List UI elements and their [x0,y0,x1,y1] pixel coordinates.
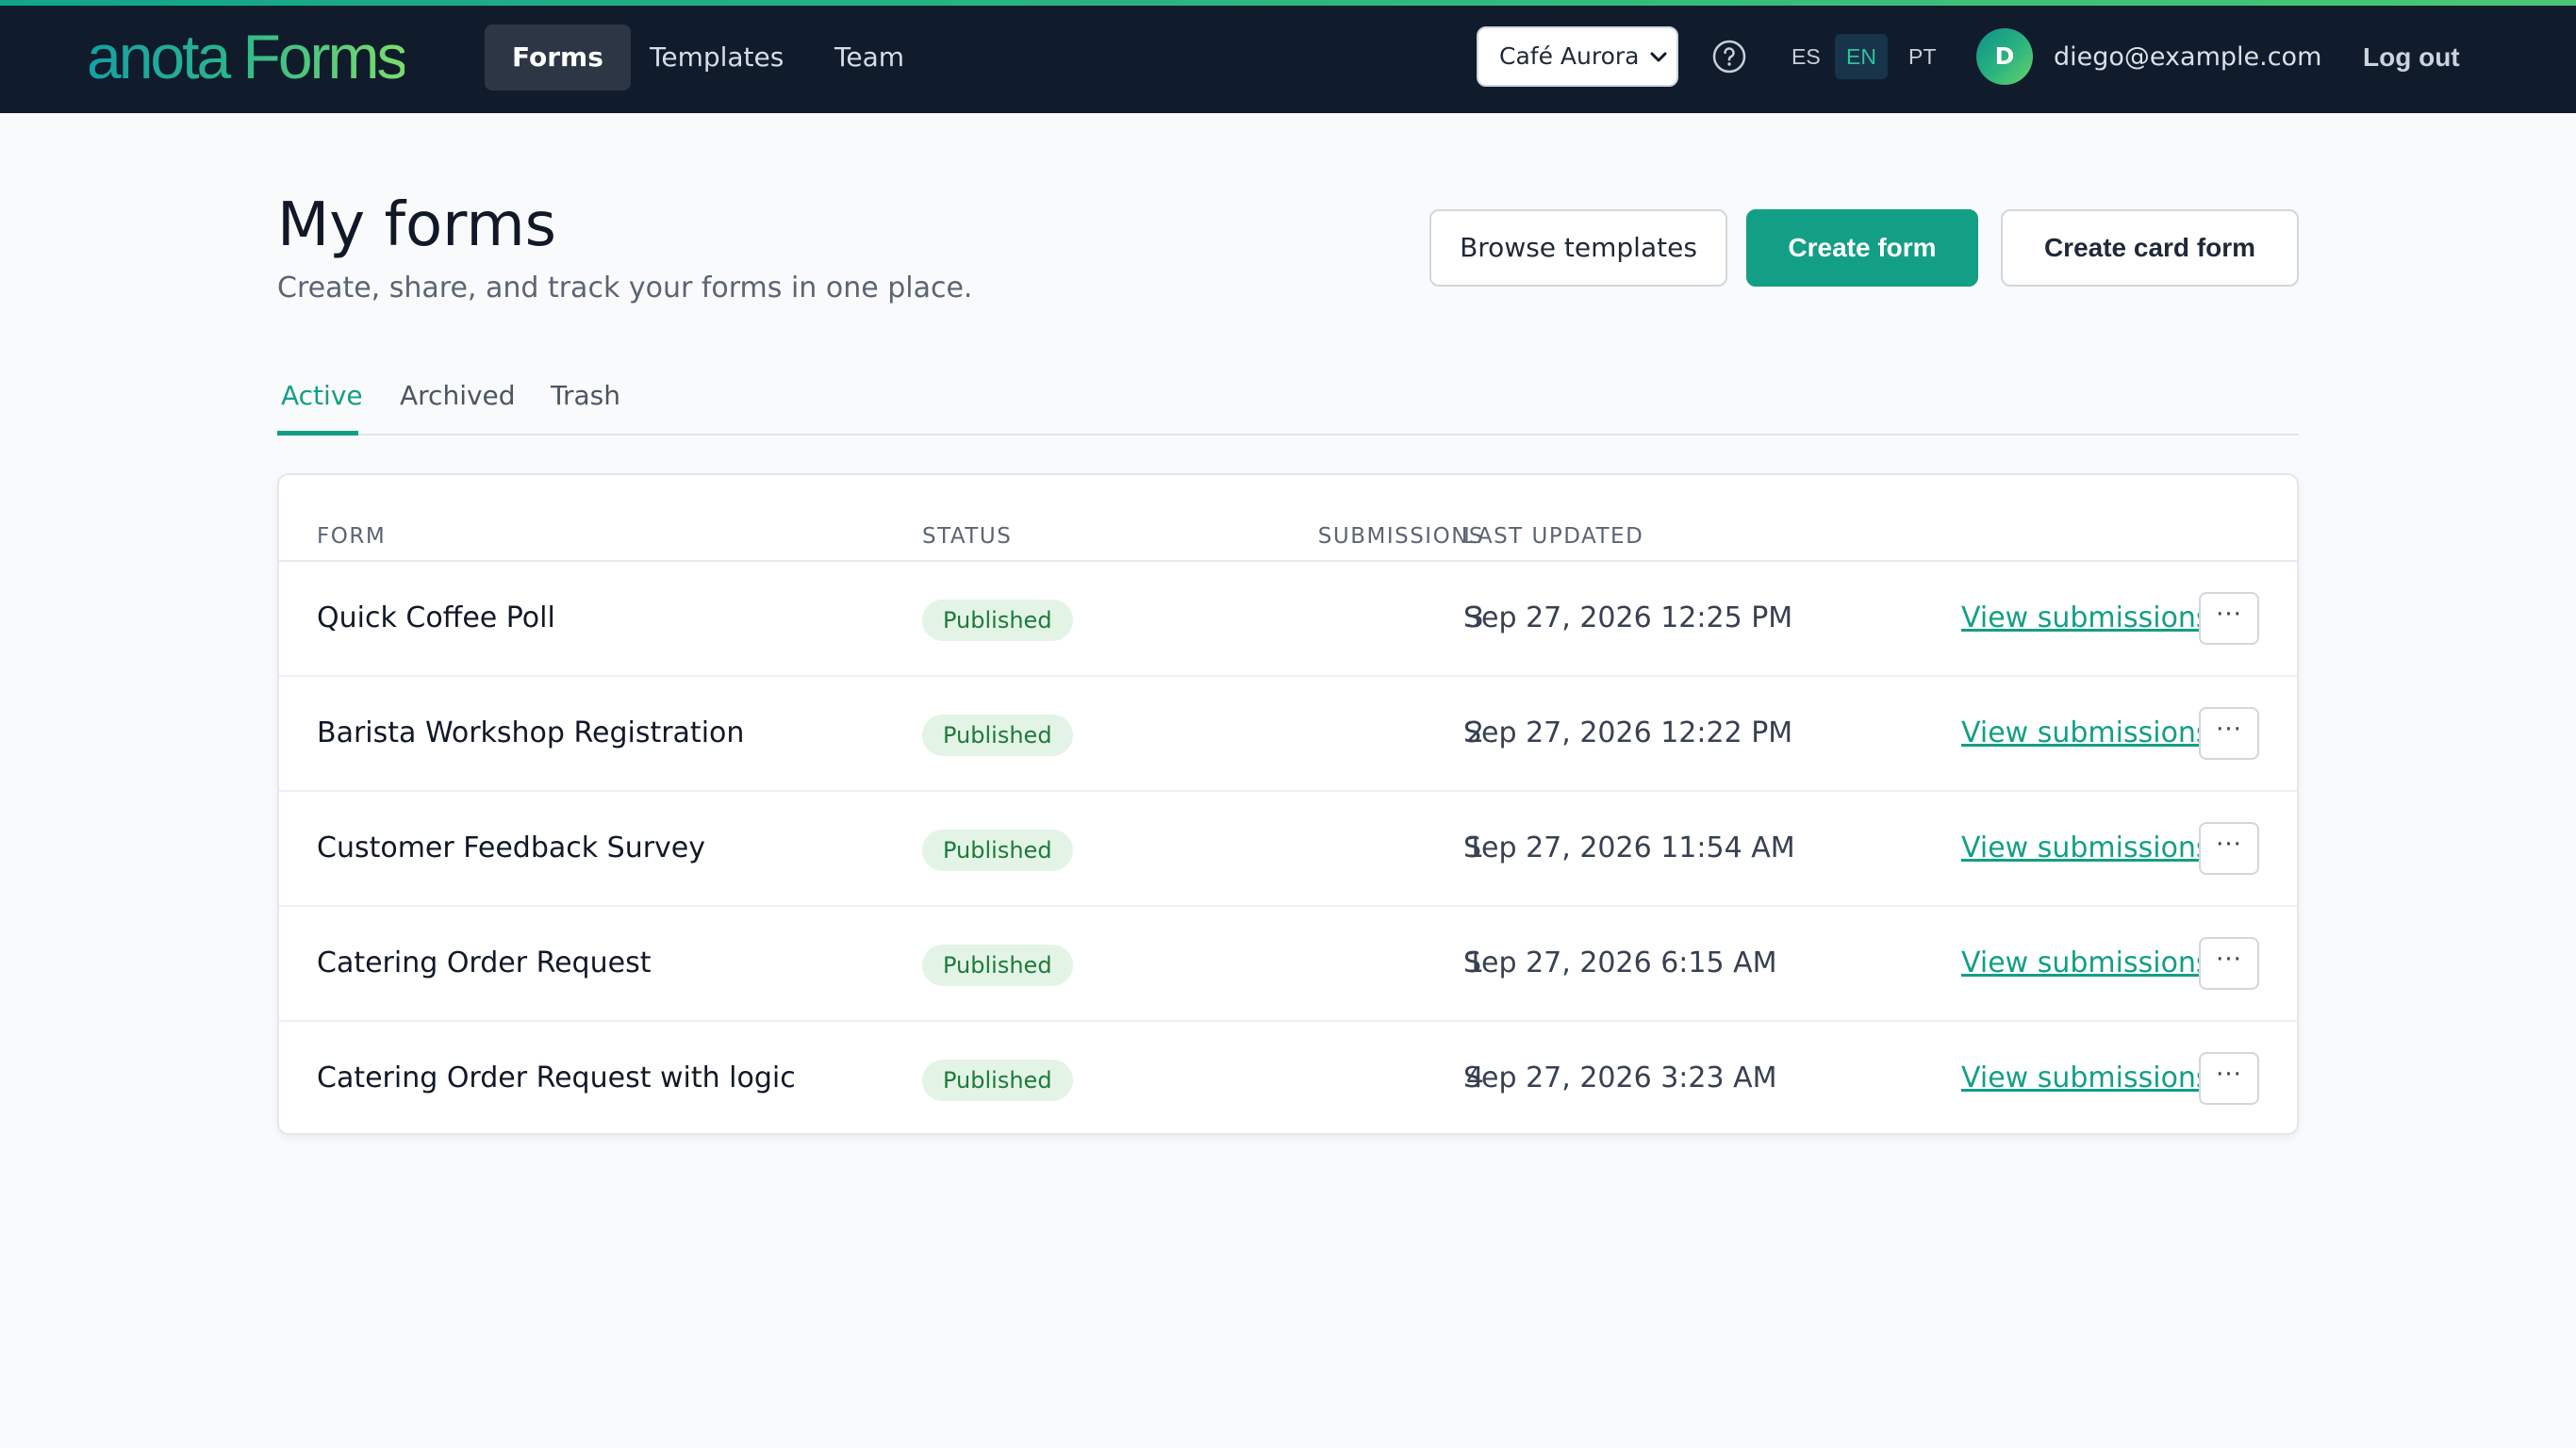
forms-table: FORM STATUS SUBMISSIONS LAST UPDATED Qui… [277,473,2299,1135]
active-tab-indicator [277,431,358,436]
language-pt[interactable]: PT [1897,34,1947,79]
ellipsis-icon: ··· [2216,601,2242,629]
view-submissions-link[interactable]: View submissions [1961,1060,2211,1097]
last-updated: Sep 27, 2026 12:22 PM [1463,716,1793,749]
chevron-down-icon [1650,52,1667,62]
view-submissions-link[interactable]: View submissions [1961,600,2211,637]
column-header-form: FORM [317,524,387,549]
table-row: Catering Order Request Published 1 Sep 2… [279,907,2297,1022]
last-updated: Sep 27, 2026 3:23 AM [1463,1061,1777,1094]
submission-count: 3 [1465,601,1484,634]
nav-item-team[interactable]: Team [807,25,932,90]
ellipsis-icon: ··· [2216,1061,2242,1089]
form-name[interactable]: Catering Order Request with logic [317,1060,796,1097]
workspace-select-value: Café Aurora [1499,42,1640,70]
nav-item-templates[interactable]: Templates [622,25,811,90]
form-name[interactable]: Catering Order Request [317,945,651,982]
view-submissions-link[interactable]: View submissions [1961,830,2211,867]
logout-button[interactable]: Log out [2363,38,2460,77]
form-name[interactable]: Customer Feedback Survey [317,830,705,867]
ellipsis-icon: ··· [2216,831,2242,859]
browse-templates-button[interactable]: Browse templates [1429,209,1727,287]
column-header-last-updated: LAST UPDATED [1463,524,1644,549]
view-submissions-link[interactable]: View submissions [1961,945,2211,982]
submission-count: 2 [1465,716,1484,749]
status-badge: Published [922,715,1073,756]
user-avatar[interactable]: D [1976,28,2033,85]
more-options-button[interactable]: ··· [2199,592,2259,645]
last-updated: Sep 27, 2026 12:25 PM [1463,601,1793,634]
submission-count: 1 [1465,831,1484,864]
language-es[interactable]: ES [1780,34,1832,79]
page-subtitle: Create, share, and track your forms in o… [277,272,973,304]
table-row: Catering Order Request with logic Publis… [279,1022,2297,1137]
status-badge: Published [922,1060,1073,1101]
topbar-accent-stripe [0,0,2576,6]
submission-count: 4 [1465,1061,1484,1094]
ellipsis-icon: ··· [2216,716,2242,744]
user-email: diego@example.com [2054,42,2322,72]
table-row: Customer Feedback Survey Published 1 Sep… [279,792,2297,907]
ellipsis-icon: ··· [2216,946,2242,974]
tab-active[interactable]: Active [281,377,363,434]
column-header-status: STATUS [922,524,1013,549]
more-options-button[interactable]: ··· [2199,1052,2259,1105]
column-header-submissions: SUBMISSIONS [1317,524,1484,549]
last-updated: Sep 27, 2026 6:15 AM [1463,946,1777,979]
app-logo[interactable]: anota Forms [87,21,407,92]
table-row: Barista Workshop Registration Published … [279,677,2297,792]
top-navigation-bar: anota Forms Forms Templates Team Café Au… [0,0,2576,113]
status-badge: Published [922,945,1073,986]
create-form-button[interactable]: Create form [1746,209,1978,287]
create-card-form-button[interactable]: Create card form [2001,209,2299,287]
workspace-select[interactable]: Café Aurora [1477,26,1678,87]
status-badge: Published [922,600,1073,641]
page-title: My forms [277,190,556,260]
nav-item-forms[interactable]: Forms [485,25,631,90]
last-updated: Sep 27, 2026 11:54 AM [1463,831,1795,864]
more-options-button[interactable]: ··· [2199,937,2259,990]
form-name[interactable]: Quick Coffee Poll [317,600,555,637]
tabs-divider [277,434,2299,436]
question-circle-icon[interactable] [1710,38,1748,75]
status-badge: Published [922,830,1073,871]
tab-trash[interactable]: Trash [551,377,620,434]
form-name[interactable]: Barista Workshop Registration [317,715,744,752]
view-submissions-link[interactable]: View submissions [1961,715,2211,752]
more-options-button[interactable]: ··· [2199,822,2259,875]
table-row: Quick Coffee Poll Published 3 Sep 27, 20… [279,562,2297,677]
language-en[interactable]: EN [1835,34,1888,79]
more-options-button[interactable]: ··· [2199,707,2259,760]
submission-count: 1 [1465,946,1484,979]
tab-archived[interactable]: Archived [400,377,516,434]
